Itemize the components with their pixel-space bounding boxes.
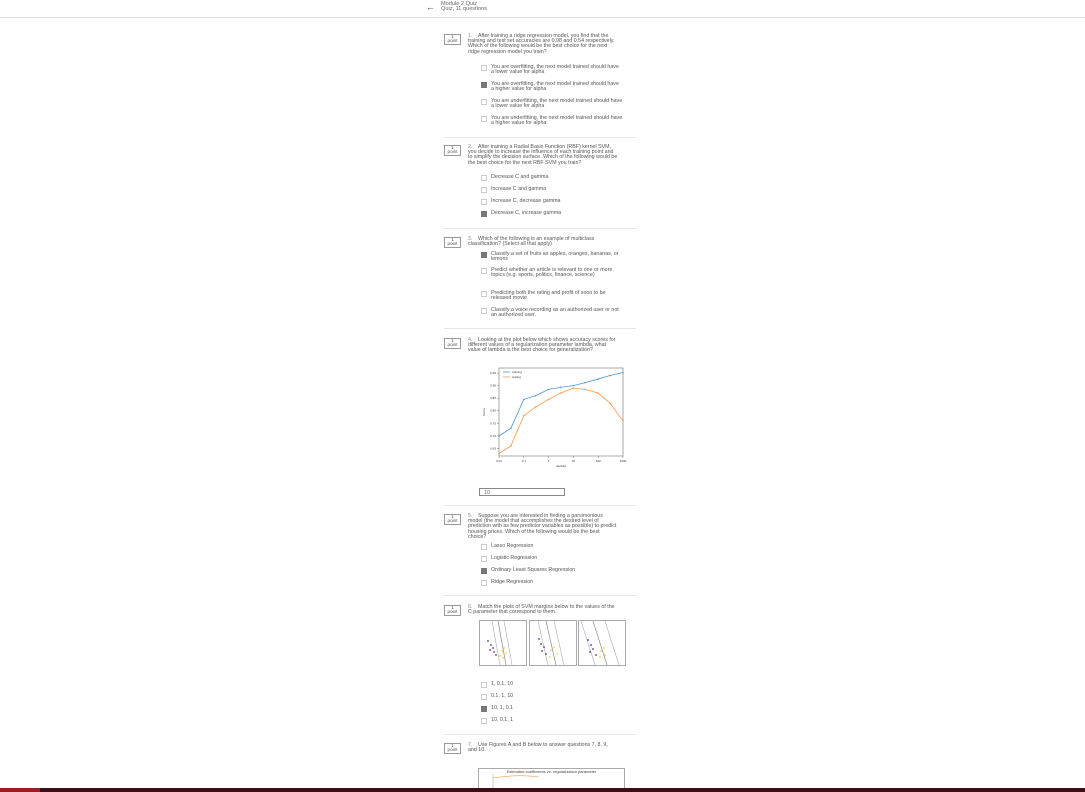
- y-tick-label: 0.85: [490, 396, 496, 400]
- data-point-testing: [498, 452, 500, 455]
- x-axis-label: lambda: [556, 464, 566, 468]
- question-text: 2. After training a Radial Basis Function…: [468, 144, 618, 166]
- checkbox[interactable]: [481, 544, 487, 550]
- checkbox[interactable]: [481, 65, 487, 71]
- points-badge: 1 point: [444, 514, 461, 525]
- data-point-testing: [572, 387, 575, 389]
- checkbox[interactable]: [481, 556, 487, 562]
- checkbox-checked[interactable]: [481, 211, 487, 217]
- quiz-title-block: Module 2 Quiz Quiz, 11 questions: [441, 1, 487, 13]
- question-1: 1 point 1. After training a ridge regressi…: [444, 33, 636, 134]
- data-point-testing: [523, 414, 525, 417]
- y-tick-label: 0.90: [490, 384, 496, 388]
- checkbox[interactable]: [481, 580, 487, 586]
- y-tick-label: 0.70: [490, 434, 496, 438]
- y-tick-label: 0.95: [490, 371, 496, 375]
- footer-bar: [0, 788, 1085, 792]
- x-tick-label: 1: [548, 459, 550, 463]
- checkbox[interactable]: [481, 199, 487, 205]
- data-point-training: [559, 386, 562, 389]
- x-tick-label: 100: [596, 459, 601, 463]
- checkbox[interactable]: [481, 718, 487, 724]
- checkbox[interactable]: [481, 116, 487, 122]
- checkbox[interactable]: [481, 308, 487, 314]
- checkbox[interactable]: [481, 682, 487, 688]
- y-tick-label: 0.80: [490, 409, 496, 413]
- svm-margin-plot-2: [529, 620, 577, 666]
- question-7: 1 point 7. Use Figures A and B below to an…: [444, 742, 636, 791]
- question-6: 1 point 6. Match the plots of SVM margins …: [444, 604, 636, 729]
- data-point-testing: [547, 398, 550, 401]
- points-badge: 1 point: [444, 743, 461, 754]
- question-text: 5. Suppose you are interested in finding …: [468, 513, 617, 540]
- points-badge: 1 point: [444, 34, 461, 45]
- data-point-training: [534, 394, 537, 397]
- data-point-training: [572, 384, 575, 387]
- checkbox-checked[interactable]: [481, 706, 487, 712]
- points-badge: 1 point: [444, 605, 461, 616]
- question-5: 1 point 5. Suppose you are interested in f…: [444, 513, 636, 590]
- question-4: 1 point 4. Looking at the plot below which…: [444, 337, 636, 500]
- question-text: 1. After training a ridge regression mode…: [468, 33, 615, 55]
- checkbox[interactable]: [481, 291, 487, 297]
- data-point-training: [622, 371, 624, 374]
- legend-label-testing: testing: [512, 375, 521, 379]
- data-point-testing: [534, 406, 537, 408]
- y-tick-label: 0.65: [490, 446, 496, 450]
- data-point-training: [547, 388, 550, 391]
- plot-area: [498, 367, 624, 457]
- checkbox-checked[interactable]: [481, 568, 487, 574]
- points-badge: 1 point: [444, 338, 461, 349]
- divider: [444, 328, 636, 329]
- data-point-testing: [609, 402, 611, 404]
- quiz-header: ← Module 2 Quiz Quiz, 11 questions: [0, 0, 1085, 18]
- divider: [444, 505, 636, 506]
- divider: [444, 595, 636, 596]
- quiz-subtitle: Quiz, 11 questions: [441, 6, 487, 13]
- data-point-training: [523, 398, 525, 401]
- data-point-testing: [597, 392, 599, 394]
- points-badge: 1 point: [444, 237, 461, 248]
- checkbox-checked[interactable]: [481, 252, 487, 258]
- question-3: 1 point 3. Which of the following is an ex…: [444, 236, 636, 323]
- question-text: 3. Which of the following is an example o…: [468, 236, 595, 248]
- data-point-training: [510, 427, 512, 430]
- data-point-testing: [559, 392, 562, 394]
- data-point-training: [584, 381, 587, 384]
- data-point-training: [498, 435, 500, 437]
- data-point-testing: [584, 388, 587, 391]
- accuracy-chart: 0.65 0.70 0.75 0.80 0.85 0.90 0.95 0.01 0.1 1 10 10…: [482, 367, 627, 468]
- footer-accent: [0, 788, 40, 792]
- data-point-training: [609, 374, 611, 377]
- arrow-left-icon[interactable]: ←: [426, 3, 435, 12]
- points-badge: 1 point: [444, 145, 461, 156]
- checkbox-checked[interactable]: [481, 82, 487, 88]
- checkbox[interactable]: [481, 268, 487, 274]
- svm-margin-plot-3: [578, 620, 626, 666]
- y-tick-label: 0.75: [490, 421, 496, 425]
- divider: [444, 734, 636, 735]
- question-text: 7. Use Figures A and B below to answer qu…: [468, 742, 608, 754]
- question-text: 4. Looking at the plot below which shows …: [468, 337, 616, 354]
- checkbox[interactable]: [481, 99, 487, 105]
- checkbox[interactable]: [481, 175, 487, 181]
- checkbox[interactable]: [481, 694, 487, 700]
- checkbox[interactable]: [481, 187, 487, 193]
- x-tick-label: 1000: [620, 459, 627, 463]
- x-tick-label: 10: [572, 459, 576, 463]
- x-tick-label: 0.01: [496, 459, 502, 463]
- data-point-testing: [510, 445, 512, 447]
- divider: [444, 228, 636, 229]
- divider: [444, 137, 636, 138]
- question-text: 6. Match the plots of SVM margins below t…: [468, 604, 615, 616]
- y-axis-label: Score: [482, 408, 486, 416]
- data-point-testing: [622, 420, 624, 422]
- x-tick-label: 0.1: [522, 459, 527, 463]
- svm-margin-plot-1: [479, 620, 527, 666]
- question-2: 1 point 2. After training a Radial Basis F…: [444, 144, 636, 225]
- legend-label-training: training: [512, 370, 522, 374]
- answer-input[interactable]: 10: [479, 488, 565, 496]
- data-point-training: [597, 378, 599, 380]
